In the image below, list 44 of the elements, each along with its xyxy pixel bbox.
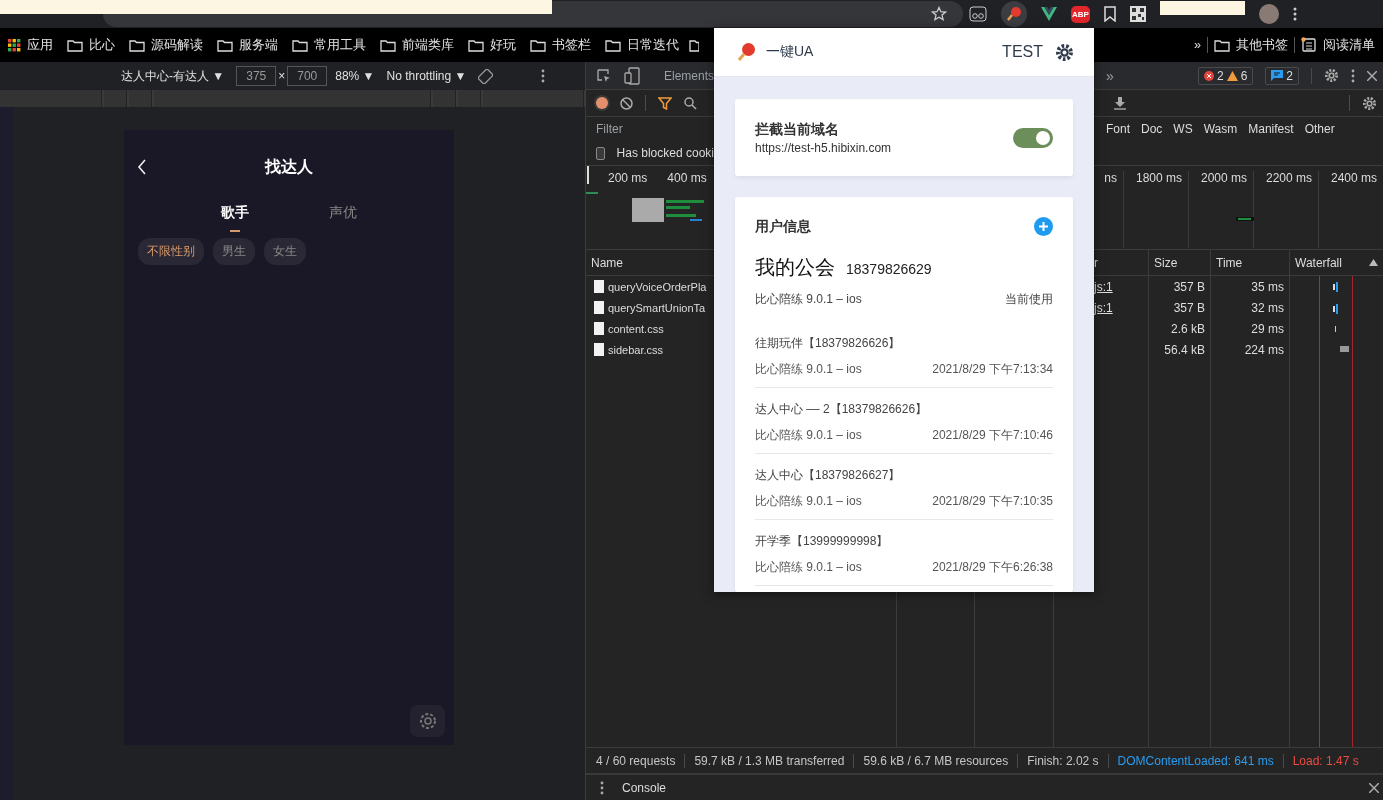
current-status: 当前使用: [1005, 291, 1053, 308]
history-date: 2021/8/29 下午7:13:34: [932, 361, 1053, 378]
intercept-label: 拦截当前域名: [755, 120, 840, 139]
status-text: Finish: 2.02 s: [1018, 753, 1109, 768]
timeline-label: 400 ms: [667, 171, 707, 187]
times-sign: ×: [278, 69, 286, 83]
status-text: 59.6 kB / 6.7 MB resources: [854, 753, 1019, 768]
timeline-label: 2400 ms: [1319, 171, 1383, 248]
current-user-name: 我的公会: [755, 255, 835, 280]
size-cell-text: 357 B: [1172, 299, 1206, 317]
page-title: 找达人: [265, 156, 313, 177]
history-name: 往期玩伴【18379826626】: [755, 335, 902, 352]
domain-url: https://test-h5.hibixin.com: [755, 140, 893, 155]
time-cell-text: 224 ms: [1243, 341, 1285, 359]
size-cell-text: 2.6 kB: [1169, 320, 1206, 338]
app-title: 一键UA: [766, 43, 814, 61]
timeline-label: 1800 ms: [1124, 171, 1189, 248]
timeline-label: 200 ms: [608, 171, 648, 187]
app-version: 比心陪练 9.0.1 – ios: [755, 291, 862, 308]
status-text: DOMContentLoaded: 641 ms: [1108, 753, 1284, 768]
size-cell-text: 56.4 kB: [1163, 341, 1206, 359]
time-cell-text: 32 ms: [1250, 299, 1285, 317]
history-date: 2021/8/29 下午7:10:35: [932, 493, 1053, 510]
status-text: Load: 1.47 s: [1291, 753, 1360, 768]
app-version: 比心陪练 9.0.1 – ios: [755, 361, 862, 378]
checkbox-label: Has blocked cooki: [616, 146, 714, 160]
status-text: 4 / 60 requests: [596, 753, 686, 768]
history-name: 达人中心 –– 2【18379826626】: [755, 401, 929, 418]
size-cell-text: 357 B: [1172, 278, 1206, 296]
app-version: 比心陪练 9.0.1 – ios: [755, 559, 862, 576]
history-name: 开学季【13999999998】: [755, 533, 890, 550]
time-cell-text: 29 ms: [1250, 320, 1285, 338]
app-version: 比心陪练 9.0.1 – ios: [755, 493, 862, 510]
section-title: 用户信息: [755, 217, 811, 236]
timeline-label: 2200 ms: [1254, 171, 1319, 248]
current-user-phone: 18379826629: [846, 261, 932, 277]
history-date: 2021/8/29 下午7:10:46: [932, 427, 1053, 444]
time-cell-text: 35 ms: [1250, 278, 1285, 296]
status-text: 59.7 kB / 1.3 MB transferred: [685, 753, 855, 768]
history-date: 2021/8/29 下午6:26:38: [932, 559, 1053, 576]
filter-label: Filter: [596, 122, 623, 136]
environment-label: TEST: [1002, 43, 1043, 61]
app-version: 比心陪练 9.0.1 – ios: [755, 427, 862, 444]
history-name: 达人中心【18379826627】: [755, 467, 902, 484]
